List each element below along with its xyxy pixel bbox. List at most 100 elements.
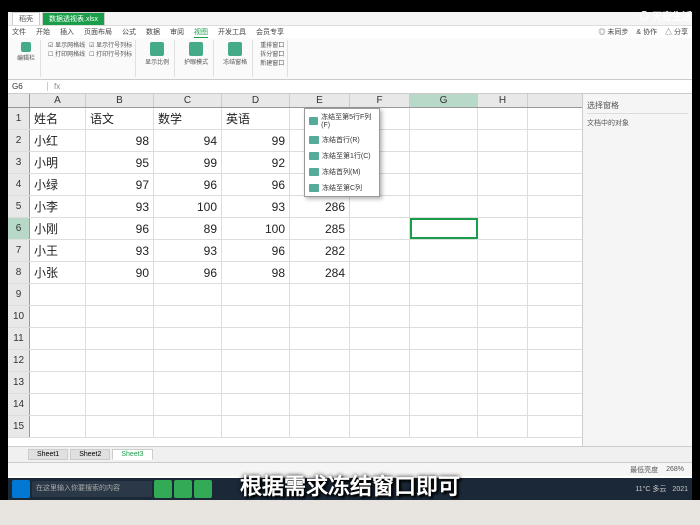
- cell[interactable]: 小王: [30, 240, 86, 261]
- cell[interactable]: [222, 372, 290, 393]
- cell[interactable]: 99: [154, 152, 222, 173]
- cell[interactable]: [350, 240, 410, 261]
- cell[interactable]: [350, 416, 410, 437]
- cell[interactable]: [154, 284, 222, 305]
- cell[interactable]: 小刚: [30, 218, 86, 239]
- cell[interactable]: 98: [222, 262, 290, 283]
- cell[interactable]: [410, 306, 478, 327]
- col-header-A[interactable]: A: [30, 94, 86, 107]
- row-header[interactable]: 14: [8, 394, 30, 415]
- row-header[interactable]: 10: [8, 306, 30, 327]
- cell[interactable]: 93: [86, 196, 154, 217]
- cell[interactable]: [30, 416, 86, 437]
- freeze-option[interactable]: 冻结首行(R): [305, 132, 379, 148]
- cell[interactable]: 语文: [86, 108, 154, 129]
- col-header-F[interactable]: F: [350, 94, 410, 107]
- cell[interactable]: [222, 284, 290, 305]
- cell[interactable]: 96: [154, 262, 222, 283]
- chk-headers[interactable]: ☑ 显示行号列标: [89, 40, 132, 49]
- cell[interactable]: [478, 416, 528, 437]
- cell[interactable]: [86, 394, 154, 415]
- cell[interactable]: 285: [290, 218, 350, 239]
- cell[interactable]: 93: [86, 240, 154, 261]
- cell[interactable]: [478, 130, 528, 151]
- cell[interactable]: [290, 372, 350, 393]
- col-header-B[interactable]: B: [86, 94, 154, 107]
- cell[interactable]: 282: [290, 240, 350, 261]
- cell[interactable]: 姓名: [30, 108, 86, 129]
- chk-printhead[interactable]: ☐ 打印行号列标: [89, 49, 132, 58]
- cell[interactable]: [290, 394, 350, 415]
- cell[interactable]: 93: [154, 240, 222, 261]
- cell[interactable]: [410, 328, 478, 349]
- ribbon-newwin[interactable]: 新建窗口: [260, 58, 284, 67]
- cell[interactable]: [350, 284, 410, 305]
- select-all-corner[interactable]: [8, 94, 30, 107]
- cell[interactable]: [290, 416, 350, 437]
- cell[interactable]: [478, 240, 528, 261]
- menu-1[interactable]: 开始: [36, 27, 50, 37]
- row-header[interactable]: 2: [8, 130, 30, 151]
- cell[interactable]: [30, 284, 86, 305]
- cell[interactable]: [30, 394, 86, 415]
- cell[interactable]: [30, 328, 86, 349]
- cell[interactable]: [350, 196, 410, 217]
- cell[interactable]: [290, 328, 350, 349]
- cell[interactable]: 数学: [154, 108, 222, 129]
- tab-file[interactable]: 数据透视表.xlsx: [42, 12, 105, 25]
- cell[interactable]: [30, 372, 86, 393]
- menu-3[interactable]: 页面布局: [84, 27, 112, 37]
- cell[interactable]: [410, 152, 478, 173]
- cell[interactable]: [410, 284, 478, 305]
- cell[interactable]: 94: [154, 130, 222, 151]
- cell[interactable]: [222, 394, 290, 415]
- cell[interactable]: [350, 328, 410, 349]
- cell[interactable]: [478, 284, 528, 305]
- cell[interactable]: [478, 394, 528, 415]
- menu-6[interactable]: 审阅: [170, 27, 184, 37]
- row-header[interactable]: 7: [8, 240, 30, 261]
- col-header-C[interactable]: C: [154, 94, 222, 107]
- cell[interactable]: [154, 306, 222, 327]
- cell[interactable]: 96: [222, 240, 290, 261]
- row-header[interactable]: 8: [8, 262, 30, 283]
- ribbon-split[interactable]: 拆分窗口: [260, 49, 284, 58]
- cell[interactable]: 92: [222, 152, 290, 173]
- cell[interactable]: [478, 174, 528, 195]
- chk-printgrid[interactable]: ☐ 打印网格线: [48, 49, 85, 58]
- sheet-tab[interactable]: Sheet3: [112, 449, 152, 460]
- cell[interactable]: [86, 306, 154, 327]
- row-header[interactable]: 1: [8, 108, 30, 129]
- menu-4[interactable]: 公式: [122, 27, 136, 37]
- freeze-option[interactable]: 冻结至第C列: [305, 180, 379, 196]
- cell[interactable]: [410, 372, 478, 393]
- col-header-G[interactable]: G: [410, 94, 478, 107]
- cell[interactable]: [350, 262, 410, 283]
- cell[interactable]: [86, 372, 154, 393]
- col-header-H[interactable]: H: [478, 94, 528, 107]
- row-header[interactable]: 15: [8, 416, 30, 437]
- row-header[interactable]: 6: [8, 218, 30, 239]
- cell[interactable]: [290, 284, 350, 305]
- cell[interactable]: 小绿: [30, 174, 86, 195]
- cell[interactable]: [222, 416, 290, 437]
- cell[interactable]: [350, 394, 410, 415]
- col-header-D[interactable]: D: [222, 94, 290, 107]
- cell[interactable]: [410, 196, 478, 217]
- chk-gridlines[interactable]: ☑ 显示网格线: [48, 40, 85, 49]
- cell[interactable]: 小张: [30, 262, 86, 283]
- cell[interactable]: [478, 306, 528, 327]
- cell[interactable]: 英语: [222, 108, 290, 129]
- cell[interactable]: 100: [154, 196, 222, 217]
- cell[interactable]: 90: [86, 262, 154, 283]
- cell[interactable]: [478, 196, 528, 217]
- freeze-option[interactable]: 冻结至第5行F列(F): [305, 109, 379, 132]
- cell[interactable]: [478, 262, 528, 283]
- formula-bar[interactable]: fx: [48, 82, 692, 91]
- cell[interactable]: 99: [222, 130, 290, 151]
- cell[interactable]: 93: [222, 196, 290, 217]
- menu-7[interactable]: 视图: [194, 27, 208, 38]
- cell[interactable]: [478, 350, 528, 371]
- cell[interactable]: [154, 394, 222, 415]
- cell[interactable]: [222, 350, 290, 371]
